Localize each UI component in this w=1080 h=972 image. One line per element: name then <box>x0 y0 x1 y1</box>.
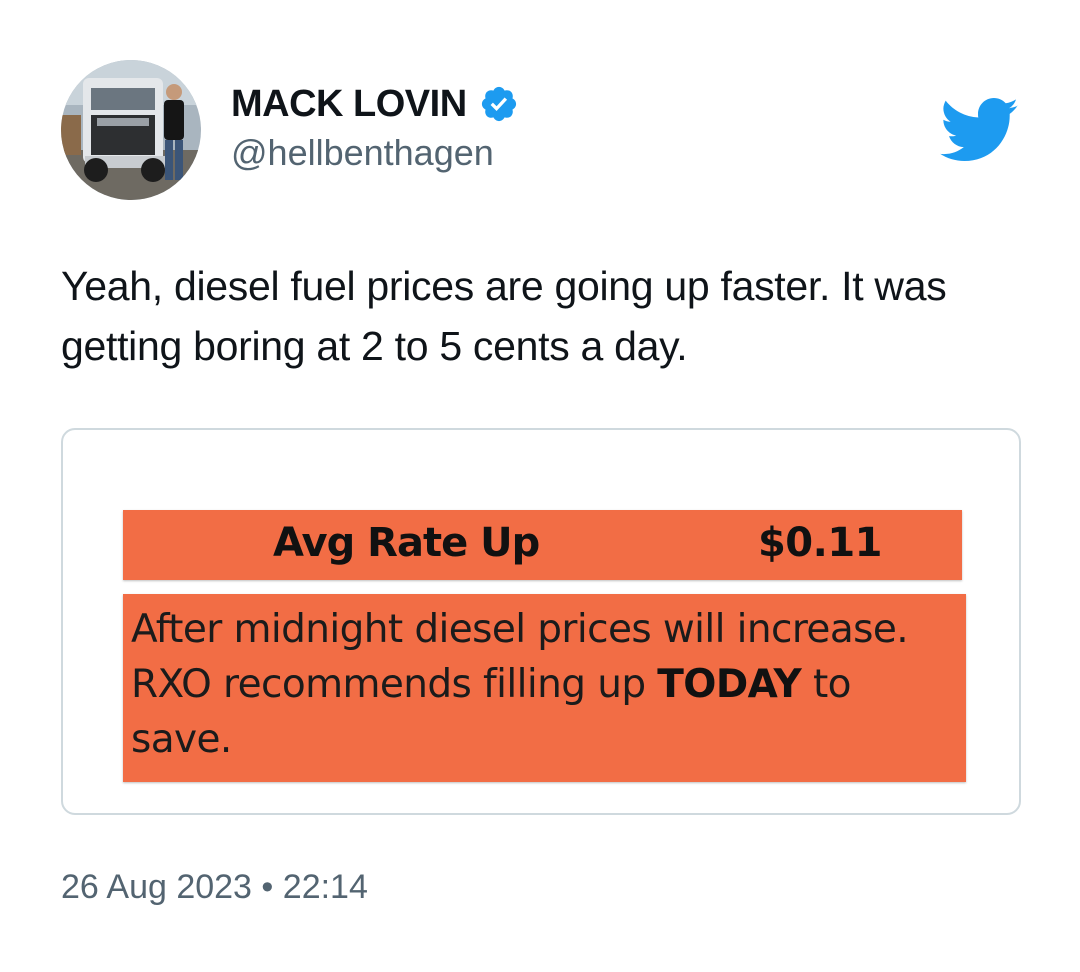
rate-label: Avg Rate Up <box>273 520 540 566</box>
author-display-name[interactable]: MACK LOVIN <box>231 83 467 126</box>
verified-badge-icon <box>481 86 516 122</box>
avatar-photo <box>61 60 201 200</box>
twitter-bird-icon[interactable] <box>940 98 1020 164</box>
rate-value: $0.11 <box>757 520 883 566</box>
avatar[interactable] <box>61 60 201 200</box>
tweet-timestamp[interactable]: 26 Aug 2023 • 22:14 <box>61 868 368 907</box>
author-name-row[interactable]: MACK LOVIN <box>231 78 519 130</box>
timestamp-date: 26 Aug 2023 <box>61 868 252 906</box>
timestamp-time: 22:14 <box>282 868 368 906</box>
notice-emphasis: TODAY <box>657 662 802 707</box>
media-card[interactable]: Avg Rate Up $0.11 After midnight diesel … <box>61 428 1021 815</box>
timestamp-separator: • <box>261 868 274 906</box>
tweet-text: Yeah, diesel fuel prices are going up fa… <box>61 263 947 369</box>
notice-box: After midnight diesel prices will increa… <box>123 594 966 782</box>
author-handle[interactable]: @hellbenthagen <box>231 132 494 174</box>
rate-banner: Avg Rate Up $0.11 <box>123 510 962 580</box>
